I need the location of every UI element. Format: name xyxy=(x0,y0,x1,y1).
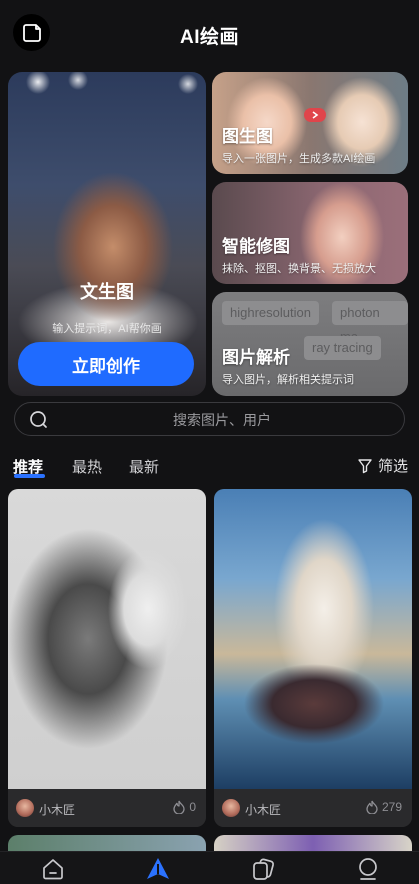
tab-newest[interactable]: 最新 xyxy=(129,456,159,477)
prompt-tag: ray tracing xyxy=(304,336,381,360)
artwork-image xyxy=(214,489,412,789)
home-icon xyxy=(43,859,63,880)
image-analysis-subtitle: 导入图片，解析相关提示词 xyxy=(222,374,354,386)
search-bar[interactable] xyxy=(14,402,405,437)
arrow-badge xyxy=(304,108,326,122)
image-to-image-card[interactable]: 图生图 导入一张图片，生成多款AI绘画 xyxy=(212,72,408,174)
like-count[interactable]: 279 xyxy=(366,800,402,814)
tab-hottest[interactable]: 最热 xyxy=(72,456,102,477)
image-analysis-title: 图片解析 xyxy=(222,348,290,367)
bottom-navigation xyxy=(0,851,419,884)
page-title: AI绘画 xyxy=(179,27,239,48)
avatar[interactable] xyxy=(222,799,240,817)
active-tab-indicator xyxy=(14,474,45,478)
arrow-right-icon xyxy=(312,111,319,119)
filter-button[interactable]: 筛选 xyxy=(357,455,408,476)
image-to-image-subtitle: 导入一张图片，生成多款AI绘画 xyxy=(222,153,376,165)
create-icon xyxy=(147,858,169,879)
like-count-value: 279 xyxy=(381,800,402,814)
feed-card-footer: 小木匠 0 xyxy=(8,789,206,827)
flame-icon xyxy=(173,800,185,814)
flame-icon xyxy=(366,800,378,814)
create-now-button[interactable]: 立即创作 xyxy=(18,342,194,386)
smart-retouch-card[interactable]: 智能修图 抹除、抠图、换背景、无损放大 xyxy=(212,182,408,284)
search-input[interactable] xyxy=(55,403,389,437)
nav-home[interactable] xyxy=(40,856,66,882)
avatar[interactable] xyxy=(16,799,34,817)
author-name[interactable]: 小木匠 xyxy=(39,801,75,818)
author-name[interactable]: 小木匠 xyxy=(245,801,281,818)
image-to-image-title: 图生图 xyxy=(222,127,273,146)
prompt-tag: photon ma xyxy=(332,301,408,344)
prompt-tag: highresolution xyxy=(222,301,319,325)
text-to-image-title: 文生图 xyxy=(80,282,134,302)
smart-retouch-subtitle: 抹除、抠图、换背景、无损放大 xyxy=(222,263,376,275)
gallery-icon xyxy=(253,858,275,880)
text-to-image-subtitle: 输入提示词，AI帮你画 xyxy=(52,323,162,335)
smart-retouch-title: 智能修图 xyxy=(222,237,290,256)
filter-label: 筛选 xyxy=(378,458,409,475)
feed-card[interactable]: 小木匠 279 xyxy=(214,489,412,827)
feed-card-footer: 小木匠 279 xyxy=(214,789,412,827)
nav-create[interactable] xyxy=(145,856,171,882)
nav-profile[interactable] xyxy=(355,856,381,882)
feed-card[interactable]: 小木匠 0 xyxy=(8,489,206,827)
search-icon xyxy=(30,411,47,428)
filter-icon xyxy=(358,458,372,473)
nav-gallery[interactable] xyxy=(250,856,276,882)
like-count-value: 0 xyxy=(189,800,196,814)
like-count[interactable]: 0 xyxy=(173,800,196,814)
profile-icon xyxy=(359,858,377,880)
text-to-image-card[interactable]: 文生图 输入提示词，AI帮你画 立即创作 xyxy=(8,72,206,396)
image-analysis-card[interactable]: highresolution photon ma ray tracing 图片解… xyxy=(212,292,408,396)
artwork-image xyxy=(8,489,206,789)
